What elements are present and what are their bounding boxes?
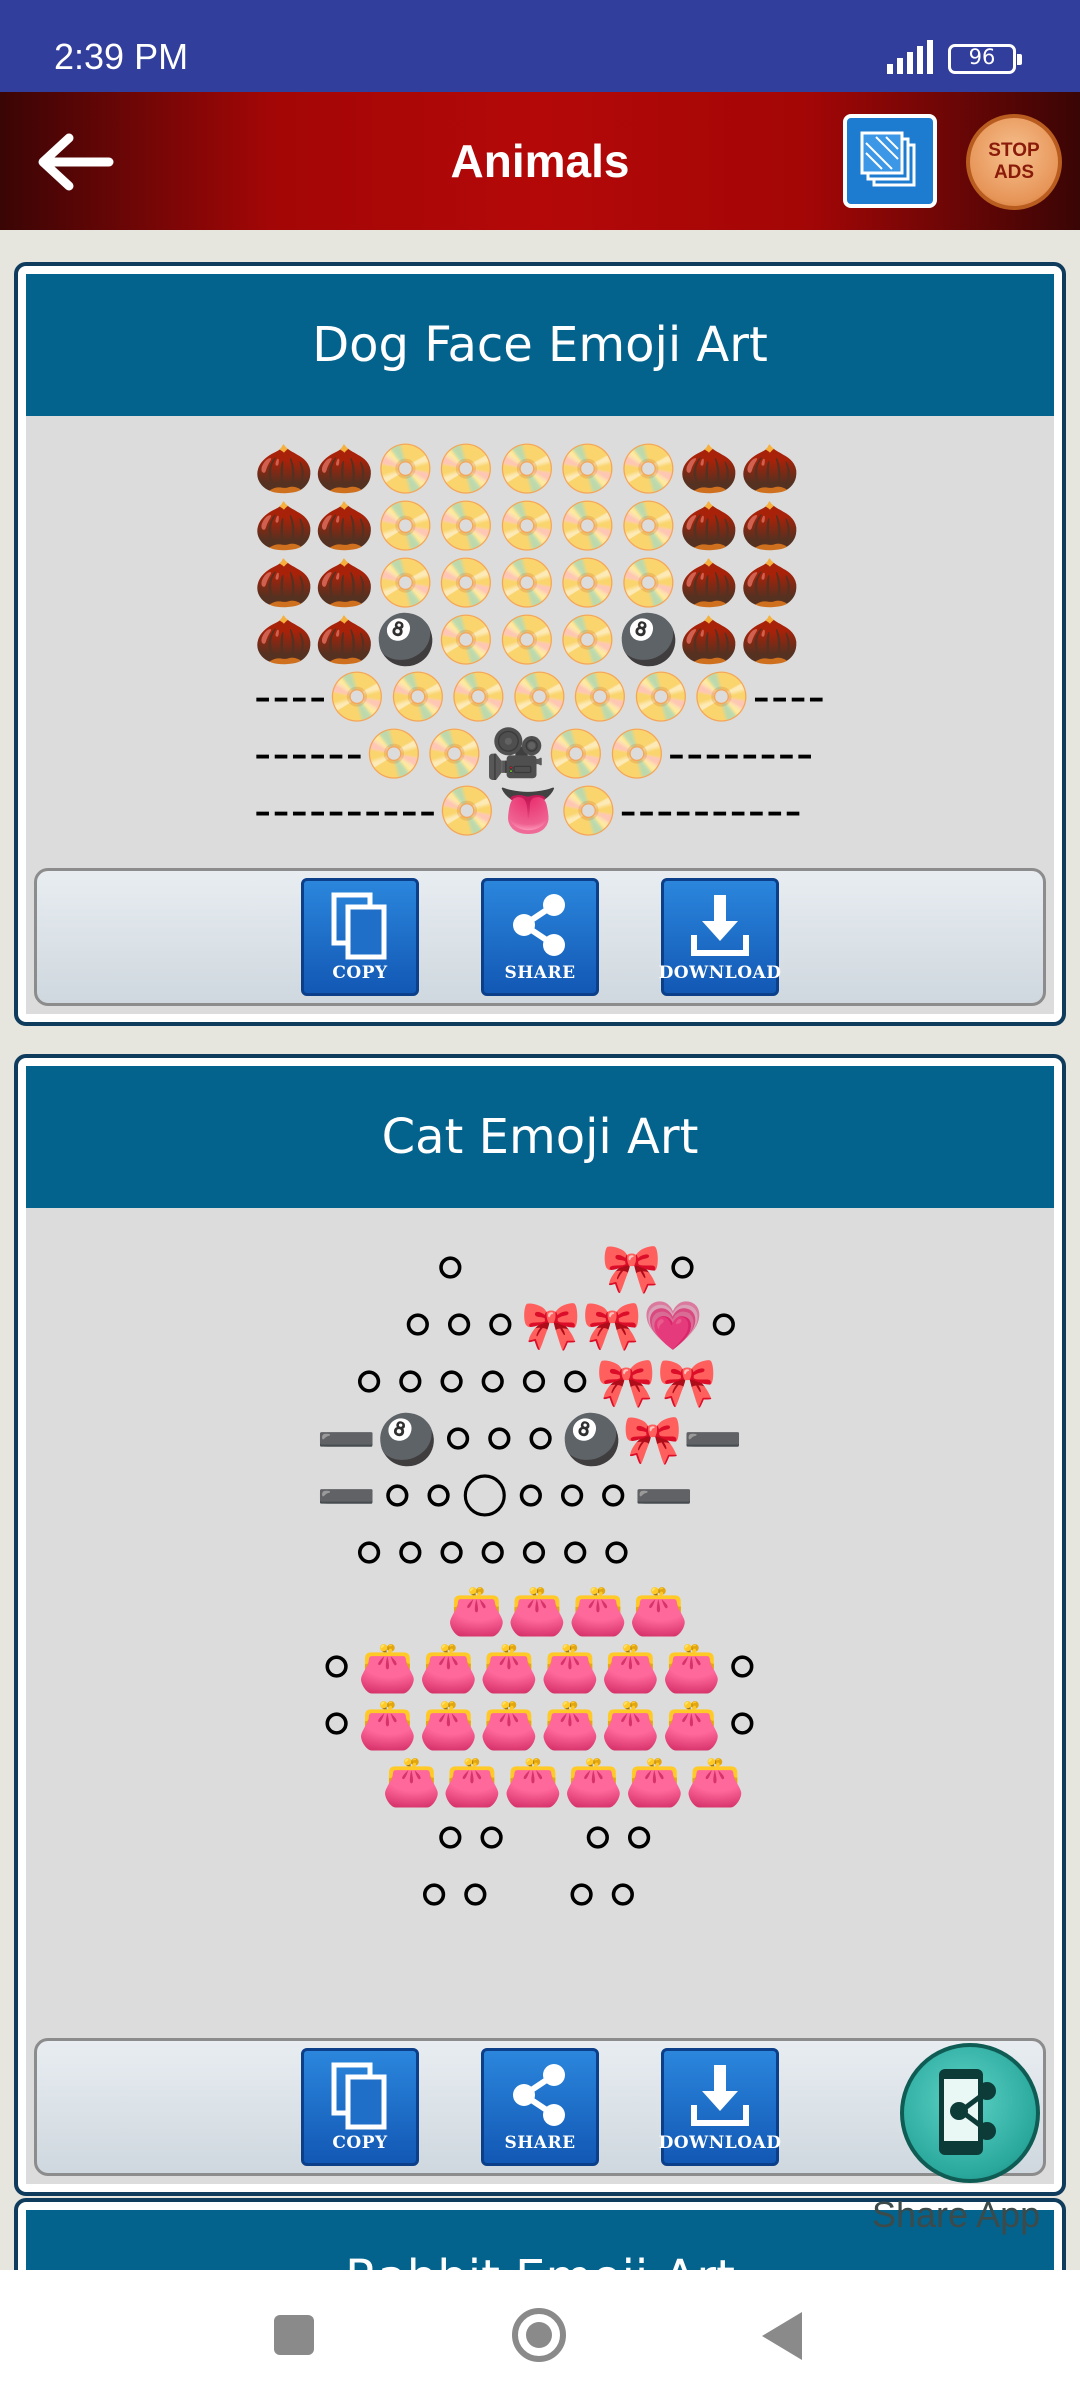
share-label: SHARE xyxy=(504,2133,576,2153)
action-bar: COPY SHARE DOWNLOAD xyxy=(34,2038,1046,2176)
emoji-art-card: Dog Face Emoji Art 🌰🌰📀📀📀📀📀🌰🌰 🌰🌰📀📀📀📀📀🌰🌰 🌰… xyxy=(14,262,1066,1026)
battery-level: 96 xyxy=(968,45,996,69)
art-area: ⚪ 🎀⚪ ⚪⚪⚪🎀🎀💗⚪ ⚪⚪⚪⚪⚪⚪🎀🎀 ➖🎱⚪⚪⚪🎱🎀➖ ➖⚪⚪🌕⚪⚪⚪➖ … xyxy=(26,1208,1054,1958)
copy-button[interactable]: COPY xyxy=(301,2048,419,2166)
gallery-button[interactable] xyxy=(843,114,937,208)
stop-ads-line1: STOP xyxy=(988,140,1040,161)
system-nav-bar xyxy=(0,2270,1080,2400)
art-area: 🌰🌰📀📀📀📀📀🌰🌰 🌰🌰📀📀📀📀📀🌰🌰 🌰🌰📀📀📀📀📀🌰🌰 🌰🌰🎱📀📀📀🎱🌰🌰 … xyxy=(26,416,1054,864)
signal-icon xyxy=(887,40,933,74)
download-button[interactable]: DOWNLOAD xyxy=(658,878,782,996)
emoji-art: ⚪ 🎀⚪ ⚪⚪⚪🎀🎀💗⚪ ⚪⚪⚪⚪⚪⚪🎀🎀 ➖🎱⚪⚪⚪🎱🎀➖ ➖⚪⚪🌕⚪⚪⚪➖ … xyxy=(316,1241,764,1924)
triangle-back-icon[interactable] xyxy=(762,2312,802,2360)
emoji-art-card: Cat Emoji Art ⚪ 🎀⚪ ⚪⚪⚪🎀🎀💗⚪ ⚪⚪⚪⚪⚪⚪🎀🎀 ➖🎱⚪⚪… xyxy=(14,1054,1066,2196)
copy-icon xyxy=(331,2062,387,2130)
share-label: SHARE xyxy=(504,963,576,983)
app-toolbar: Animals STOP ADS xyxy=(0,92,1080,230)
share-icon xyxy=(513,2064,565,2126)
share-button[interactable]: SHARE xyxy=(481,878,599,996)
copy-icon xyxy=(331,892,387,960)
copy-button[interactable]: COPY xyxy=(301,878,419,996)
action-bar: COPY SHARE DOWNLOAD xyxy=(34,868,1046,1006)
share-app-button[interactable] xyxy=(900,2043,1040,2183)
gallery-icon xyxy=(860,131,916,187)
circle-icon[interactable] xyxy=(512,2308,566,2362)
card-title: Cat Emoji Art xyxy=(26,1066,1054,1208)
square-icon[interactable] xyxy=(274,2315,314,2355)
status-bar: 2:39 PM 96 xyxy=(0,0,1080,92)
share-app-label: Share App xyxy=(872,2194,1041,2235)
card-body: Dog Face Emoji Art 🌰🌰📀📀📀📀📀🌰🌰 🌰🌰📀📀📀📀📀🌰🌰 🌰… xyxy=(26,274,1054,1014)
download-icon xyxy=(691,895,749,956)
emoji-art: 🌰🌰📀📀📀📀📀🌰🌰 🌰🌰📀📀📀📀📀🌰🌰 🌰🌰📀📀📀📀📀🌰🌰 🌰🌰🎱📀📀📀🎱🌰🌰 … xyxy=(254,440,826,839)
download-label: DOWNLOAD xyxy=(658,2133,782,2153)
download-button[interactable]: DOWNLOAD xyxy=(658,2048,782,2166)
copy-label: COPY xyxy=(332,963,388,983)
share-button[interactable]: SHARE xyxy=(481,2048,599,2166)
copy-label: COPY xyxy=(332,2133,388,2153)
card-title: Dog Face Emoji Art xyxy=(26,274,1054,416)
download-icon xyxy=(691,2065,749,2126)
share-phone-icon xyxy=(939,2069,996,2155)
share-icon xyxy=(513,894,565,956)
emoji-art-list[interactable]: Dog Face Emoji Art 🌰🌰📀📀📀📀📀🌰🌰 🌰🌰📀📀📀📀📀🌰🌰 🌰… xyxy=(0,230,1080,2270)
stop-ads-line2: ADS xyxy=(993,162,1035,183)
status-time: 2:39 PM xyxy=(54,36,189,77)
card-body: Cat Emoji Art ⚪ 🎀⚪ ⚪⚪⚪🎀🎀💗⚪ ⚪⚪⚪⚪⚪⚪🎀🎀 ➖🎱⚪⚪… xyxy=(26,1066,1054,2184)
stop-ads-button[interactable]: STOP ADS xyxy=(966,114,1062,210)
app-root: 2:39 PM 96 Animals STOP ADS Dog Face Emo… xyxy=(0,0,1080,2400)
battery-icon: 96 xyxy=(948,44,1022,74)
download-label: DOWNLOAD xyxy=(658,963,782,983)
